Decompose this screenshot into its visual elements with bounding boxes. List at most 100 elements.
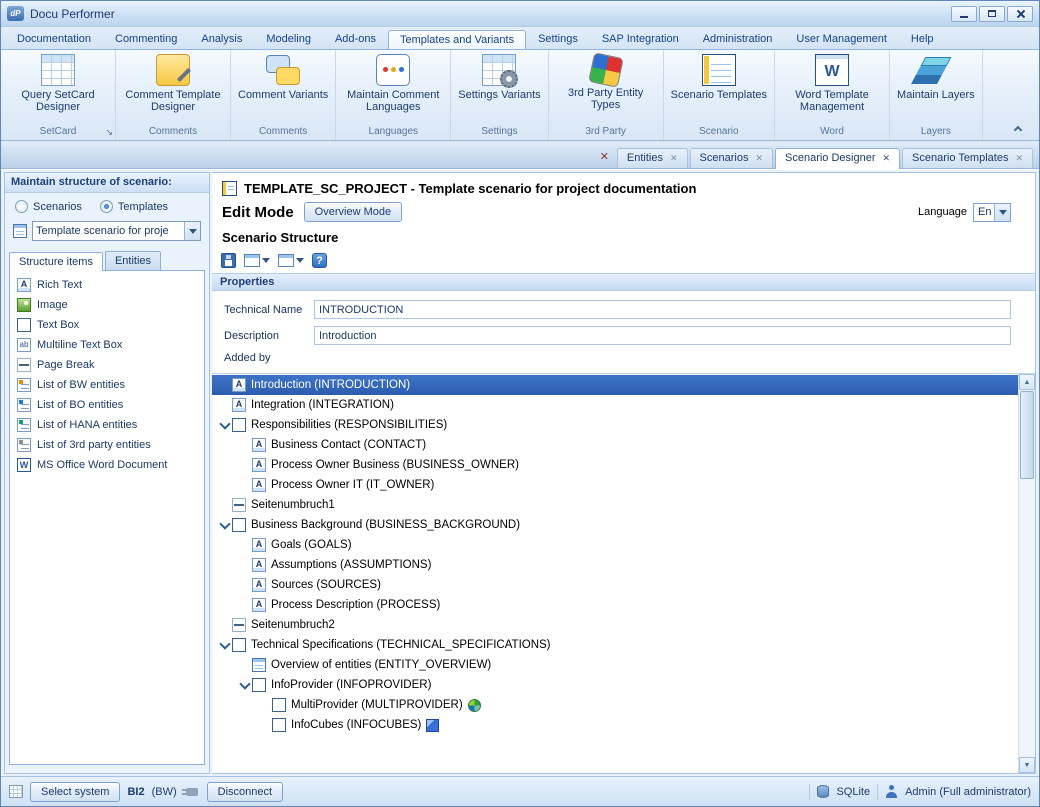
expander-icon[interactable] [237,458,252,472]
document-tab[interactable]: Entities ✕ [617,148,688,168]
vertical-scrollbar[interactable]: ▲ ▼ [1018,374,1035,773]
tree-item[interactable]: Introduction (INTRODUCTION) [212,375,1018,395]
ribbon-button[interactable]: Maintain Layers [897,53,975,114]
sidebar-tab[interactable]: Structure items [9,252,103,271]
expander-icon[interactable] [237,478,252,492]
expander-icon[interactable] [217,638,232,652]
tree-item[interactable]: MultiProvider (MULTIPROVIDER) [212,695,1018,715]
ribbon-tab[interactable]: Settings [526,29,590,49]
ribbon-button[interactable]: 3rd Party Entity Types [556,53,656,112]
expander-icon[interactable] [237,658,252,672]
ribbon-tab[interactable]: Templates and Variants [388,30,526,50]
ribbon-tab[interactable]: User Management [784,29,899,49]
structure-item[interactable]: List of HANA entities [10,415,204,435]
expander-icon[interactable] [237,598,252,612]
ribbon-button[interactable]: Maintain Comment Languages [343,53,443,114]
expander-icon[interactable] [217,378,232,392]
structure-item[interactable]: MS Office Word Document [10,455,204,475]
view-options-button[interactable] [243,253,271,268]
expander-icon[interactable] [217,498,232,512]
scrollbar-thumb[interactable] [1020,391,1034,479]
ribbon-button[interactable]: Word Template Management [782,53,882,114]
ribbon-button[interactable]: Query SetCard Designer [8,53,108,114]
ribbon-tab[interactable]: Analysis [189,29,254,49]
tree-item[interactable]: Process Description (PROCESS) [212,595,1018,615]
ribbon-button[interactable]: Comment Template Designer [123,53,223,114]
expander-icon[interactable] [237,678,252,692]
tab-close-icon[interactable]: ✕ [883,154,891,163]
expander-icon[interactable] [257,718,272,732]
structure-item[interactable]: Multiline Text Box [10,335,204,355]
close-all-tabs-button[interactable]: ✕ [592,150,617,163]
structure-item[interactable]: List of BO entities [10,395,204,415]
export-button[interactable] [277,253,305,268]
expander-icon[interactable] [237,578,252,592]
template-dropdown[interactable]: Template scenario for proje [32,221,201,241]
help-button[interactable]: ? [311,252,328,269]
tree-item[interactable]: Overview of entities (ENTITY_OVERVIEW) [212,655,1018,675]
expander-icon[interactable] [237,538,252,552]
structure-item[interactable]: List of 3rd party entities [10,435,204,455]
scroll-down-button[interactable]: ▼ [1019,757,1035,773]
close-button[interactable] [1007,6,1033,22]
document-tab[interactable]: Scenario Templates ✕ [902,148,1033,168]
tree-item[interactable]: Technical Specifications (TECHNICAL_SPEC… [212,635,1018,655]
tree-item[interactable]: Process Owner IT (IT_OWNER) [212,475,1018,495]
tree-item[interactable]: Seitenumbruch2 [212,615,1018,635]
expander-icon[interactable] [257,698,272,712]
tree-item[interactable]: Goals (GOALS) [212,535,1018,555]
structure-item[interactable]: Text Box [10,315,204,335]
expander-icon[interactable] [217,418,232,432]
ribbon-tab[interactable]: Documentation [5,29,103,49]
ribbon-tab[interactable]: Add-ons [323,29,388,49]
expander-icon[interactable] [217,398,232,412]
dropdown-button[interactable] [994,204,1010,221]
tree-item[interactable]: Seitenumbruch1 [212,495,1018,515]
ribbon-tab[interactable]: Help [899,29,946,49]
technical-name-field[interactable] [314,300,1011,319]
tab-close-icon[interactable]: ✕ [670,154,678,163]
structure-item[interactable]: List of BW entities [10,375,204,395]
description-field[interactable] [314,326,1011,345]
dialog-launcher-icon[interactable]: ↘ [105,128,113,137]
tree-item[interactable]: Assumptions (ASSUMPTIONS) [212,555,1018,575]
overview-mode-button[interactable]: Overview Mode [304,202,402,222]
language-dropdown[interactable]: En [973,203,1011,222]
expander-icon[interactable] [237,558,252,572]
ribbon-tab[interactable]: SAP Integration [590,29,691,49]
radio-option[interactable]: Templates [100,200,168,213]
tab-close-icon[interactable]: ✕ [755,154,763,163]
tree-item[interactable]: InfoProvider (INFOPROVIDER) [212,675,1018,695]
tree-item[interactable]: InfoCubes (INFOCUBES) [212,715,1018,735]
ribbon-collapse-button[interactable] [1011,122,1025,134]
tab-close-icon[interactable]: ✕ [1015,154,1023,163]
maximize-button[interactable] [979,6,1005,22]
sidebar-tab[interactable]: Entities [105,251,161,270]
save-button[interactable] [220,252,237,269]
tree-item[interactable]: Responsibilities (RESPONSIBILITIES) [212,415,1018,435]
ribbon-tab[interactable]: Modeling [254,29,323,49]
structure-item[interactable]: Page Break [10,355,204,375]
minimize-button[interactable] [951,6,977,22]
tree-item[interactable]: Business Contact (CONTACT) [212,435,1018,455]
structure-item[interactable]: Image [10,295,204,315]
scroll-up-button[interactable]: ▲ [1019,374,1035,390]
ribbon-button[interactable]: Settings Variants [458,53,540,114]
expander-icon[interactable] [237,438,252,452]
ribbon-button[interactable]: Scenario Templates [671,53,767,114]
ribbon-button[interactable]: Comment Variants [238,53,328,114]
select-system-button[interactable]: Select system [30,782,120,802]
tree-item[interactable]: Business Background (BUSINESS_BACKGROUND… [212,515,1018,535]
tree-item[interactable]: Process Owner Business (BUSINESS_OWNER) [212,455,1018,475]
ribbon-tab[interactable]: Administration [691,29,785,49]
ribbon-tab[interactable]: Commenting [103,29,189,49]
tree-item[interactable]: Sources (SOURCES) [212,575,1018,595]
scrollbar-track[interactable] [1019,390,1035,757]
structure-item[interactable]: Rich Text [10,275,204,295]
tree-item[interactable]: Integration (INTEGRATION) [212,395,1018,415]
radio-option[interactable]: Scenarios [15,200,82,213]
expander-icon[interactable] [217,618,232,632]
document-tab[interactable]: Scenarios ✕ [690,148,773,168]
dropdown-button[interactable] [184,222,200,240]
expander-icon[interactable] [217,518,232,532]
